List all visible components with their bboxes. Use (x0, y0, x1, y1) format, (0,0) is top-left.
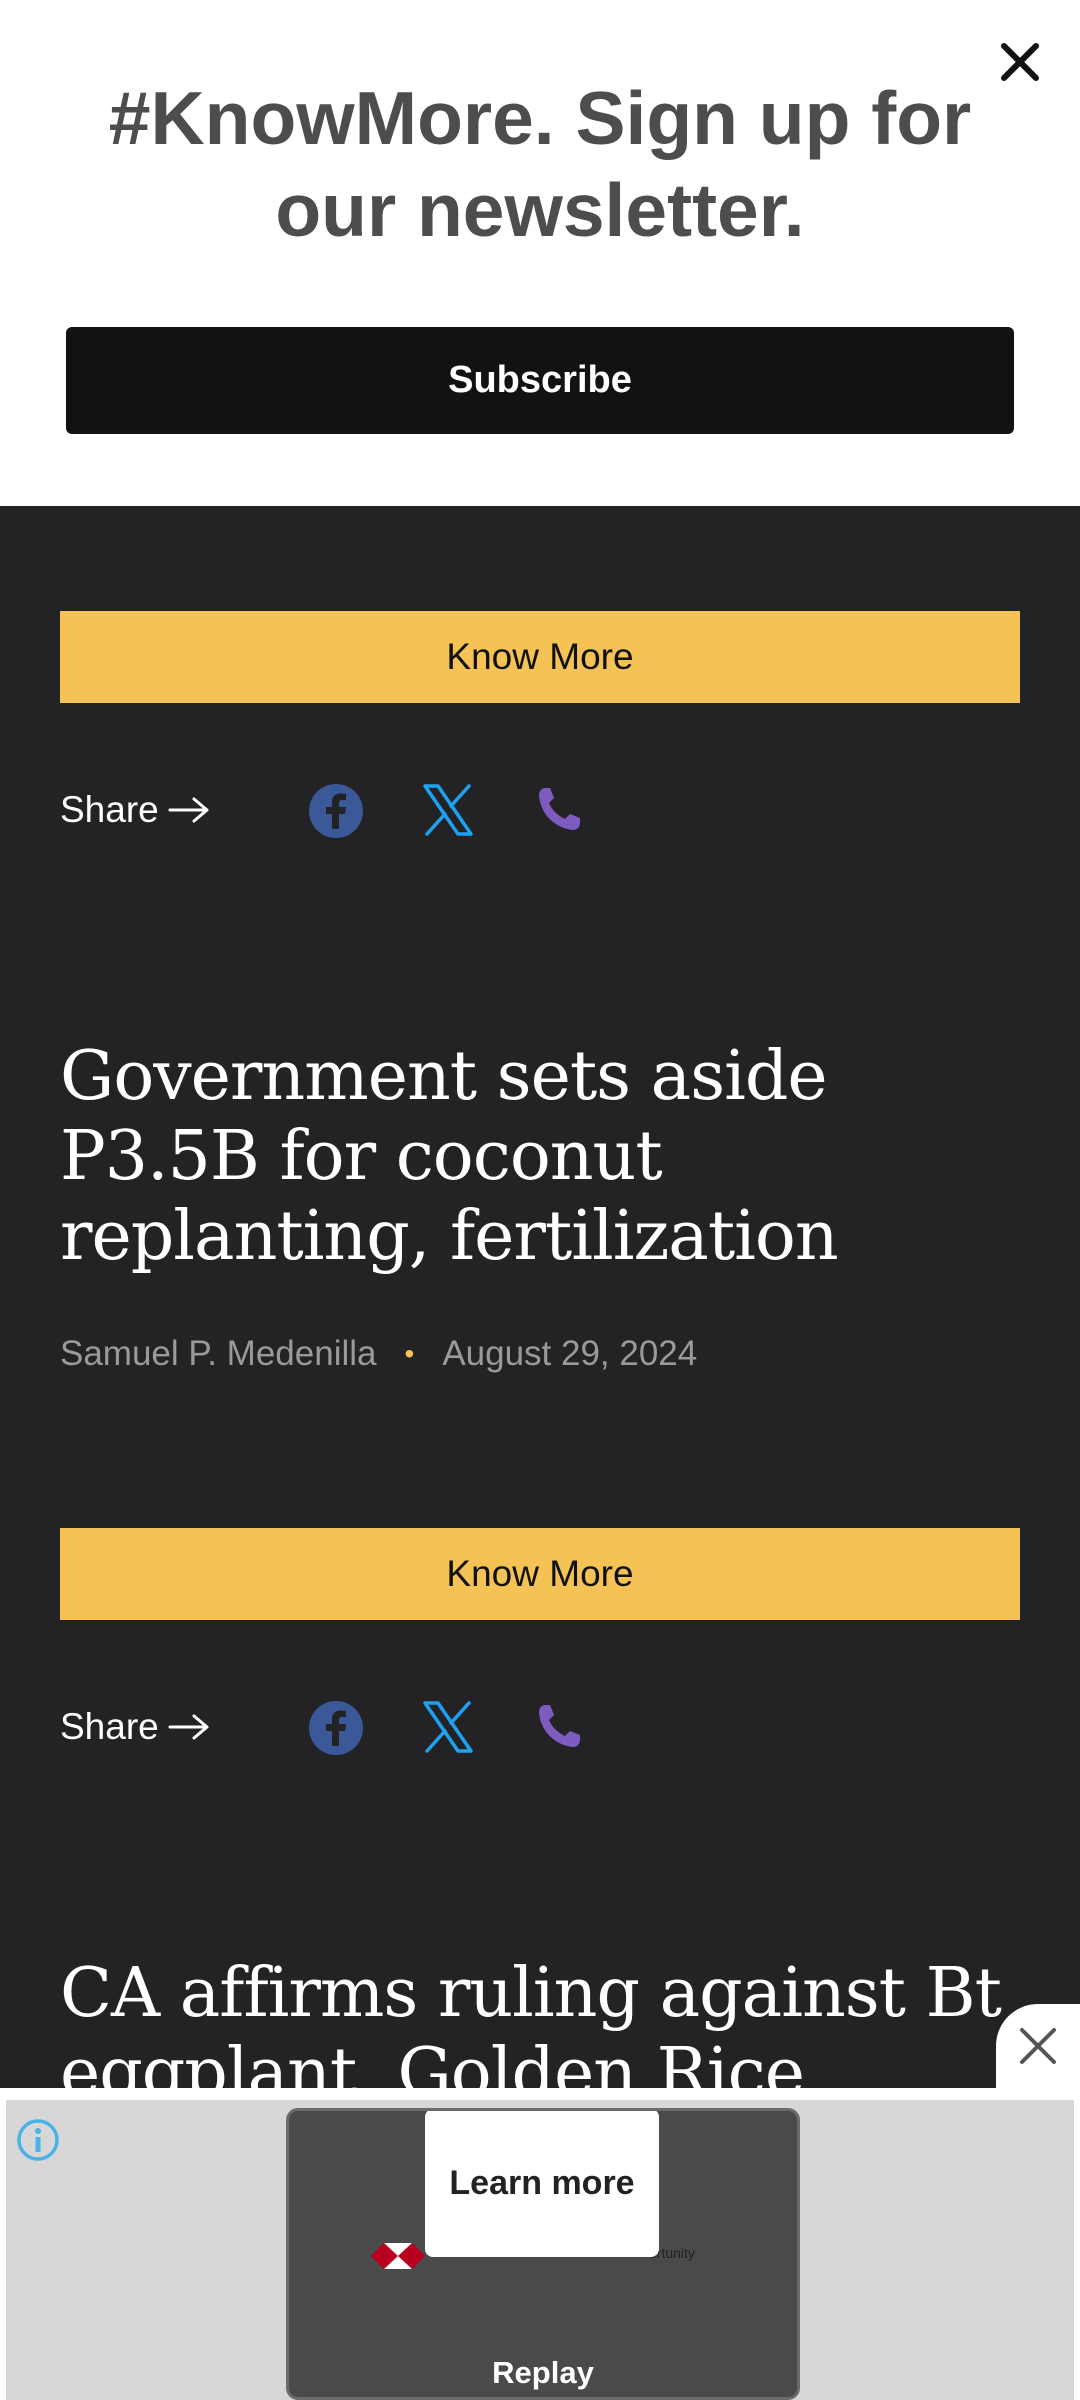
x-icon[interactable] (422, 783, 474, 837)
replay-button[interactable]: Replay (289, 2355, 797, 2391)
ad-banner[interactable]: ortunity Learn more Replay (0, 2088, 1080, 2400)
share-label: Share (60, 789, 159, 830)
x-icon[interactable] (422, 1700, 474, 1754)
ad-background: ortunity Learn more Replay (6, 2100, 1074, 2400)
close-icon (1020, 2028, 1056, 2064)
know-more-button[interactable]: Know More (60, 611, 1020, 703)
ad-close-button[interactable] (996, 2004, 1080, 2088)
info-icon[interactable] (16, 2118, 60, 2162)
newsletter-title-line1: #KnowMore. Sign up for (108, 76, 972, 160)
article-title[interactable]: Government sets aside P3.5B for coconut … (60, 1037, 1020, 1277)
close-icon[interactable] (994, 36, 1046, 88)
article-date: August 29, 2024 (442, 1334, 698, 1373)
learn-more-button[interactable]: Learn more (425, 2111, 659, 2257)
facebook-icon[interactable] (308, 783, 364, 839)
phone-icon[interactable] (536, 1702, 582, 1750)
share-row: Share (60, 775, 580, 845)
ad-creative[interactable]: ortunity Learn more Replay (286, 2108, 800, 2400)
newsletter-title-line2: our newsletter. (275, 168, 805, 252)
arrow-right-icon (168, 797, 209, 823)
subscribe-button[interactable]: Subscribe (66, 327, 1014, 434)
facebook-icon[interactable] (308, 1700, 364, 1756)
share-row: Share (60, 1692, 580, 1762)
know-more-button[interactable]: Know More (60, 1528, 1020, 1620)
byline-separator: • (404, 1338, 415, 1369)
article-byline: Samuel P. Medenilla • August 29, 2024 (60, 1334, 697, 1374)
newsletter-banner: #KnowMore. Sign up for our newsletter. S… (0, 0, 1080, 506)
arrow-right-icon (168, 1714, 209, 1740)
brand-logo (371, 2243, 425, 2269)
article-author[interactable]: Samuel P. Medenilla (60, 1334, 377, 1374)
newsletter-title: #KnowMore. Sign up for our newsletter. (40, 72, 1040, 256)
phone-icon[interactable] (536, 785, 582, 833)
share-label: Share (60, 1706, 159, 1747)
